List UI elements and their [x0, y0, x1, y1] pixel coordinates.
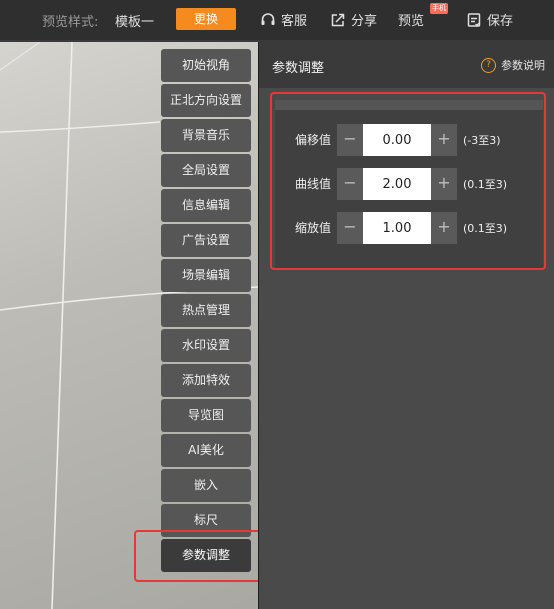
- decrement-button[interactable]: −: [337, 124, 363, 156]
- menu-ad-settings[interactable]: 广告设置: [161, 224, 251, 257]
- change-template-button[interactable]: 更换: [176, 8, 236, 30]
- parameter-help-link[interactable]: ? 参数说明: [481, 57, 545, 73]
- menu-ruler[interactable]: 标尺: [161, 504, 251, 537]
- increment-button[interactable]: +: [431, 212, 457, 244]
- template-style-value: 模板一: [115, 15, 155, 30]
- decrement-button[interactable]: −: [337, 212, 363, 244]
- headset-icon: [260, 12, 276, 28]
- menu-global-settings[interactable]: 全局设置: [161, 154, 251, 187]
- decrement-button[interactable]: −: [337, 168, 363, 200]
- curve-input[interactable]: [363, 168, 431, 200]
- menu-ai-beautify[interactable]: AI美化: [161, 434, 251, 467]
- curve-stepper: − +: [337, 168, 457, 200]
- save-label: 保存: [487, 14, 514, 29]
- parameter-panel: 参数调整 ? 参数说明 偏移值 − + (-3至3) 曲线值 − + (0.1至…: [258, 42, 554, 609]
- param-label: 偏移值: [295, 133, 332, 147]
- panel-title: 参数调整: [272, 61, 325, 76]
- increment-button[interactable]: +: [431, 124, 457, 156]
- share-label: 分享: [351, 14, 378, 29]
- param-label: 缩放值: [295, 221, 332, 235]
- param-row-scale: 缩放值 − + (0.1至3): [275, 212, 543, 244]
- param-row-curve: 曲线值 − + (0.1至3): [275, 168, 543, 200]
- menu-initial-view[interactable]: 初始视角: [161, 49, 251, 82]
- menu-parameter-adjust[interactable]: 参数调整: [161, 539, 251, 572]
- question-icon: ?: [481, 57, 496, 73]
- preview-button[interactable]: 预览: [398, 10, 424, 29]
- template-style-label: 预览样式:: [42, 15, 99, 30]
- param-range: (0.1至3): [463, 222, 508, 235]
- share-icon: [330, 12, 346, 28]
- top-toolbar: 预览样式: 模板一 更换 客服 分享 预览 手机 保存: [0, 0, 554, 40]
- increment-button[interactable]: +: [431, 168, 457, 200]
- param-label: 曲线值: [295, 177, 332, 191]
- param-range: (0.1至3): [463, 178, 508, 191]
- menu-info-edit[interactable]: 信息编辑: [161, 189, 251, 222]
- menu-scene-edit[interactable]: 场景编辑: [161, 259, 251, 292]
- parameter-group: 偏移值 − + (-3至3) 曲线值 − + (0.1至3) 缩放值 − +: [275, 100, 543, 268]
- panorama-viewport[interactable]: 初始视角 正北方向设置 背景音乐 全局设置 信息编辑 广告设置 场景编辑 热点管…: [0, 42, 258, 609]
- preview-label: 预览: [398, 14, 425, 29]
- panel-header: 参数调整 ? 参数说明: [259, 42, 554, 88]
- preview-badge: 手机: [430, 3, 448, 14]
- share-button[interactable]: 分享: [330, 10, 377, 29]
- scale-stepper: − +: [337, 212, 457, 244]
- param-range: (-3至3): [463, 134, 501, 147]
- parameter-help-label: 参数说明: [501, 59, 545, 72]
- menu-background-music[interactable]: 背景音乐: [161, 119, 251, 152]
- offset-stepper: − +: [337, 124, 457, 156]
- menu-guide-map[interactable]: 导览图: [161, 399, 251, 432]
- customer-service-button[interactable]: 客服: [260, 10, 307, 29]
- menu-hotspot-manage[interactable]: 热点管理: [161, 294, 251, 327]
- parameter-group-header: [275, 100, 543, 110]
- customer-service-label: 客服: [281, 14, 308, 29]
- menu-add-effects[interactable]: 添加特效: [161, 364, 251, 397]
- offset-input[interactable]: [363, 124, 431, 156]
- save-icon: [466, 12, 482, 28]
- menu-north-direction[interactable]: 正北方向设置: [161, 84, 251, 117]
- menu-embed[interactable]: 嵌入: [161, 469, 251, 502]
- save-button[interactable]: 保存: [466, 10, 513, 29]
- menu-watermark-settings[interactable]: 水印设置: [161, 329, 251, 362]
- param-row-offset: 偏移值 − + (-3至3): [275, 124, 543, 156]
- scale-input[interactable]: [363, 212, 431, 244]
